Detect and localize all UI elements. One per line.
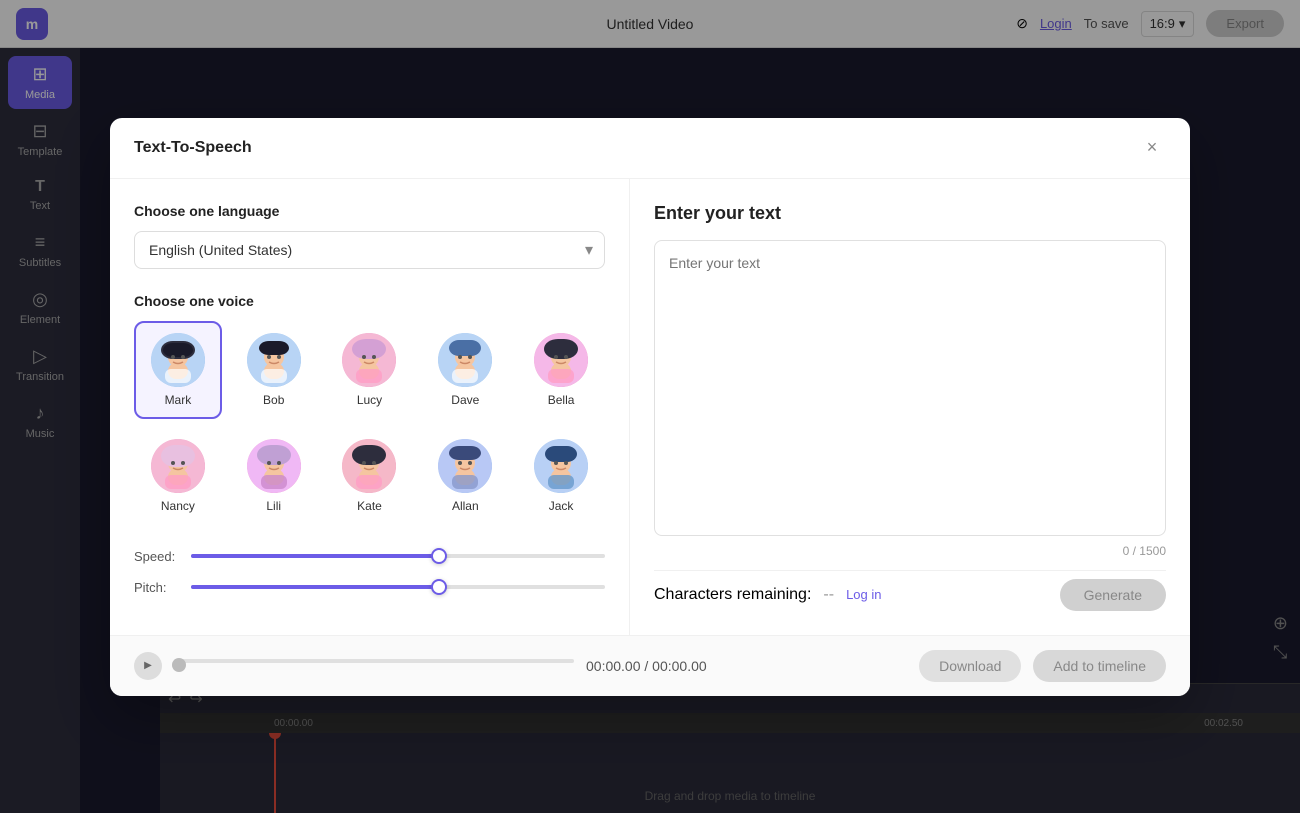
language-select-wrapper: English (United States) English (UK) Spa…	[134, 231, 605, 269]
play-button[interactable]: ▶	[134, 652, 162, 680]
footer-left: ▶ 00:00.00 / 00:00.00	[134, 652, 707, 680]
tts-modal: Text-To-Speech × Choose one language Eng…	[110, 118, 1190, 696]
modal-close-button[interactable]: ×	[1138, 134, 1166, 162]
voice-name-allan: Allan	[452, 499, 479, 513]
characters-dashes: --	[823, 586, 834, 604]
speed-label: Speed:	[134, 549, 179, 564]
download-button[interactable]: Download	[919, 650, 1021, 682]
speed-slider-row: Speed:	[134, 549, 605, 564]
voice-avatar-lili	[247, 439, 301, 493]
voice-avatar-kate	[342, 439, 396, 493]
voice-item-bob[interactable]: Bob	[230, 321, 318, 419]
speed-slider-thumb[interactable]	[431, 548, 447, 564]
voice-item-allan[interactable]: Allan	[421, 427, 509, 525]
voice-avatar-bella	[534, 333, 588, 387]
play-icon: ▶	[144, 660, 152, 671]
modal-left-panel: Choose one language English (United Stat…	[110, 179, 630, 635]
characters-remaining-area: Characters remaining: -- Log in	[654, 586, 881, 604]
voice-section-label: Choose one voice	[134, 293, 605, 309]
text-input[interactable]	[654, 240, 1166, 536]
voice-item-mark[interactable]: Mark	[134, 321, 222, 419]
pitch-slider-fill	[191, 585, 439, 589]
voice-item-lili[interactable]: Lili	[230, 427, 318, 525]
footer-progress-bar[interactable]	[174, 659, 574, 663]
voice-name-bella: Bella	[548, 393, 575, 407]
footer-progress-wrapper	[174, 659, 574, 672]
voice-name-mark: Mark	[165, 393, 192, 407]
voice-name-dave: Dave	[451, 393, 479, 407]
speed-slider[interactable]	[191, 554, 605, 558]
voice-avatar-bob	[247, 333, 301, 387]
voice-grid: Mark	[134, 321, 605, 525]
modal-body: Choose one language English (United Stat…	[110, 179, 1190, 635]
speed-slider-fill	[191, 554, 439, 558]
voice-name-lucy: Lucy	[357, 393, 382, 407]
enter-text-title: Enter your text	[654, 203, 1166, 224]
voice-avatar-lucy	[342, 333, 396, 387]
language-select[interactable]: English (United States) English (UK) Spa…	[134, 231, 605, 269]
voice-item-lucy[interactable]: Lucy	[326, 321, 414, 419]
voice-name-jack: Jack	[549, 499, 574, 513]
footer-right: Download Add to timeline	[919, 650, 1166, 682]
modal-right-panel: Enter your text 0 / 1500 Characters rema…	[630, 179, 1190, 635]
modal-footer: ▶ 00:00.00 / 00:00.00 Download Add to ti…	[110, 635, 1190, 696]
generate-button[interactable]: Generate	[1060, 579, 1166, 611]
log-in-button[interactable]: Log in	[846, 587, 881, 602]
pitch-slider[interactable]	[191, 585, 605, 589]
voice-name-lili: Lili	[266, 499, 281, 513]
voice-avatar-jack	[534, 439, 588, 493]
voice-avatar-mark	[151, 333, 205, 387]
voice-item-dave[interactable]: Dave	[421, 321, 509, 419]
voice-avatar-dave	[438, 333, 492, 387]
voice-name-kate: Kate	[357, 499, 382, 513]
char-count: 0 / 1500	[654, 544, 1166, 558]
add-to-timeline-button[interactable]: Add to timeline	[1033, 650, 1166, 682]
time-code: 00:00.00 / 00:00.00	[586, 658, 707, 674]
bottom-action-bar: Characters remaining: -- Log in Generate	[654, 570, 1166, 611]
modal-title: Text-To-Speech	[134, 139, 252, 157]
voice-item-kate[interactable]: Kate	[326, 427, 414, 525]
voice-name-nancy: Nancy	[161, 499, 195, 513]
voice-item-jack[interactable]: Jack	[517, 427, 605, 525]
pitch-label: Pitch:	[134, 580, 179, 595]
pitch-slider-row: Pitch:	[134, 580, 605, 595]
language-section-label: Choose one language	[134, 203, 605, 219]
pitch-slider-thumb[interactable]	[431, 579, 447, 595]
voice-avatar-nancy	[151, 439, 205, 493]
voice-avatar-allan	[438, 439, 492, 493]
modal-header: Text-To-Speech ×	[110, 118, 1190, 179]
voice-item-bella[interactable]: Bella	[517, 321, 605, 419]
footer-progress-thumb[interactable]	[172, 658, 186, 672]
characters-remaining-label: Characters remaining:	[654, 586, 811, 604]
voice-item-nancy[interactable]: Nancy	[134, 427, 222, 525]
modal-overlay: Text-To-Speech × Choose one language Eng…	[0, 0, 1300, 813]
voice-name-bob: Bob	[263, 393, 284, 407]
